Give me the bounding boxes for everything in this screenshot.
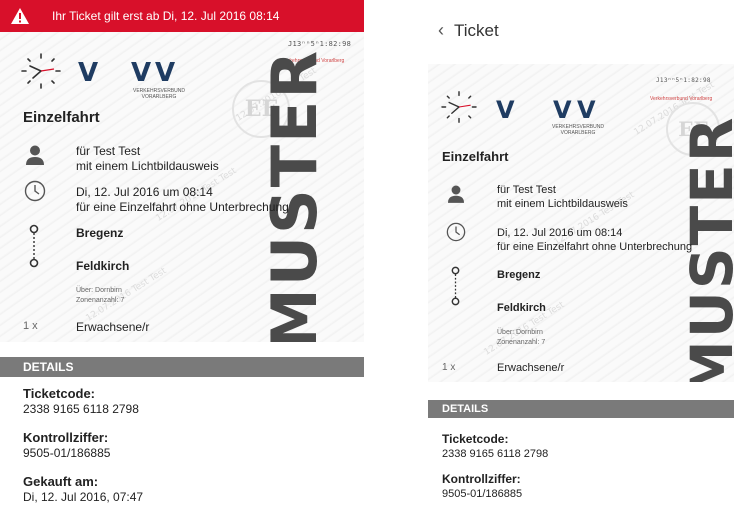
fare-class: Erwachsene/r <box>497 362 565 374</box>
route-zones: Zonenanzahl: 7 <box>497 339 546 346</box>
route-to: Feldkirch <box>497 302 546 314</box>
route-from: Bregenz <box>76 226 124 240</box>
validity-alert-bar: Ihr Ticket gilt erst ab Di, 12. Jul 2016… <box>0 0 364 32</box>
validity-datetime: Di, 12. Jul 2016 um 08:14 <box>76 185 213 199</box>
passenger-id-note: mit einem Lichtbildausweis <box>497 198 628 210</box>
details-header-bar: DETAILS <box>0 357 364 377</box>
logo-subtitle: VERKEHRSVERBUND VORARLBERG <box>550 124 606 136</box>
route-to: Feldkirch <box>76 259 130 273</box>
details-header: DETAILS <box>23 360 74 374</box>
logo-line: VORARLBERG <box>560 130 596 136</box>
ticketcode-value: 2338 9165 6118 2798 <box>442 448 549 460</box>
clock-logo-icon <box>440 90 478 129</box>
person-icon <box>448 185 464 208</box>
ticket-bottom-edge <box>0 342 364 357</box>
validity-datetime: Di, 12. Jul 2016 um 08:14 <box>497 227 623 239</box>
validity-note: für eine Einzelfahrt ohne Unterbrechung <box>497 241 693 253</box>
chevron-left-icon[interactable]: ‹ <box>438 20 444 41</box>
warning-icon <box>10 7 30 25</box>
fare-class: Erwachsene/r <box>76 320 150 334</box>
kontrollziffer-label: Kontrollziffer: <box>442 472 521 486</box>
ticket-quantity: 1 x <box>23 320 38 332</box>
ticket-quantity: 1 x <box>442 362 456 373</box>
ticketcode-label: Ticketcode: <box>442 432 509 446</box>
clock-icon <box>24 180 46 207</box>
passenger-name: für Test Test <box>76 144 141 158</box>
ticket-screen-right: 12.07.2016 Test Test 12.07.2016 Test Tes… <box>428 64 734 506</box>
muster-stamp: MUSTER <box>678 115 734 398</box>
kontrollziffer-label: Kontrollziffer: <box>23 430 109 445</box>
details-header: DETAILS <box>442 403 489 415</box>
validity-note: für eine Einzelfahrt ohne Unterbrechung <box>76 200 289 214</box>
kontrollziffer-value: 9505-01/186885 <box>23 446 111 460</box>
ticket-code-top: J13ⁿⁿ5ⁿ1:82:98 <box>656 77 711 84</box>
logo-letter: V <box>496 96 515 124</box>
ticket-code-top: J13ⁿⁿ5ⁿ1:82:98 <box>288 40 352 48</box>
ticket-type-title: Einzelfahrt <box>442 149 509 164</box>
person-icon <box>26 145 44 170</box>
details-header-bar: DETAILS <box>428 400 734 418</box>
gekauft-value: Di, 12. Jul 2016, 07:47 <box>23 490 144 504</box>
ticket-screen-left: 12.07.2016 Test Test 12.07.2016 Test Tes… <box>0 0 364 506</box>
logo-letter: V <box>553 96 572 124</box>
route-from: Bregenz <box>497 269 541 281</box>
logo-letter: V <box>577 96 596 124</box>
back-navigation[interactable]: ‹ Ticket <box>438 20 499 41</box>
kontrollziffer-value: 9505-01/186885 <box>442 488 523 500</box>
route-zones: Zonenanzahl: 7 <box>76 297 125 304</box>
route-via: Über: Dornbirn <box>76 287 122 294</box>
route-via: Über: Dornbirn <box>497 329 543 336</box>
ticketcode-value: 2338 9165 6118 2798 <box>23 402 139 416</box>
logo-line: VORARLBERG <box>141 94 177 100</box>
ticket-bottom-edge <box>428 382 734 400</box>
logo-letter: V <box>78 58 99 88</box>
gekauft-label: Gekauft am: <box>23 474 99 489</box>
logo-letter: V <box>131 58 152 88</box>
alert-text: Ihr Ticket gilt erst ab Di, 12. Jul 2016… <box>52 9 280 23</box>
ticketcode-label: Ticketcode: <box>23 386 96 401</box>
clock-icon <box>446 222 466 247</box>
logo-letter: V <box>155 58 176 88</box>
passenger-name: für Test Test <box>497 184 556 196</box>
passenger-id-note: mit einem Lichtbildausweis <box>76 159 219 173</box>
route-icon <box>28 224 40 273</box>
page-title: Ticket <box>454 20 499 40</box>
route-icon <box>450 266 461 311</box>
ticket-type-title: Einzelfahrt <box>23 109 100 126</box>
logo-subtitle: VERKEHRSVERBUND VORARLBERG <box>130 88 188 100</box>
clock-logo-icon <box>20 52 62 95</box>
issuer-small-text: Verkehrsverbund Vorarlberg <box>650 96 713 102</box>
